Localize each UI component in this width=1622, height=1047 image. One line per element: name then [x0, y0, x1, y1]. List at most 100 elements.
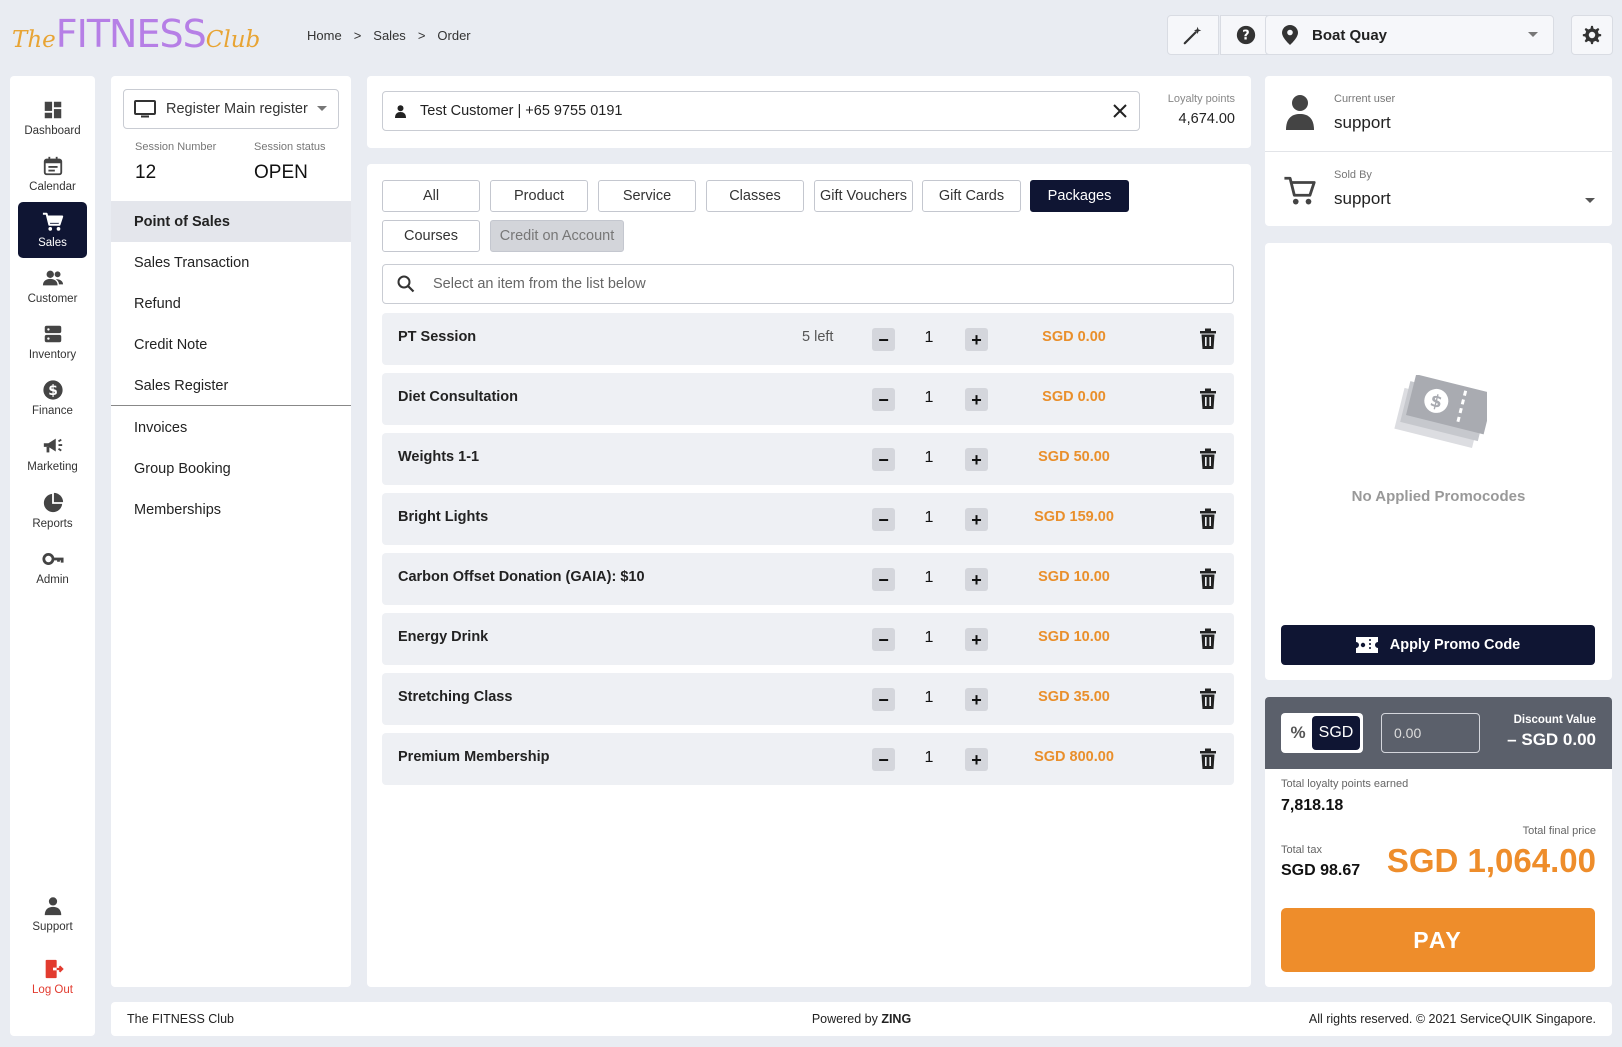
subnav-sales-transaction[interactable]: Sales Transaction — [111, 242, 351, 283]
user-icon — [1286, 95, 1314, 130]
discount-value: – SGD 0.00 — [1507, 730, 1596, 749]
nav-customer[interactable]: Customer — [18, 258, 87, 314]
subnav-group-booking[interactable]: Group Booking — [111, 448, 351, 489]
trash-icon[interactable] — [1198, 448, 1218, 470]
tab-packages[interactable]: Packages — [1030, 180, 1129, 212]
nav-finance[interactable]: $ Finance — [18, 370, 87, 426]
item-stock-left: 5 left — [802, 329, 834, 345]
subnav-point-of-sales[interactable]: Point of Sales — [111, 201, 351, 242]
nav-marketing[interactable]: Marketing — [18, 426, 87, 482]
customer-panel: Test Customer | +65 9755 0191 Loyalty po… — [367, 76, 1251, 148]
decrease-qty-button[interactable]: − — [872, 388, 895, 411]
decrease-qty-button[interactable]: − — [872, 628, 895, 651]
nav-sales[interactable]: Sales — [18, 202, 87, 258]
decrease-qty-button[interactable]: − — [872, 508, 895, 531]
cart-icon — [42, 212, 63, 231]
app-logo[interactable]: The FITNESS Club — [12, 12, 260, 56]
customer-field[interactable]: Test Customer | +65 9755 0191 — [382, 91, 1140, 131]
register-select[interactable]: Register Main register — [123, 89, 339, 129]
sold-by-select[interactable]: support — [1334, 189, 1596, 209]
search-icon — [397, 275, 415, 293]
tab-gift-cards[interactable]: Gift Cards — [922, 180, 1021, 212]
breadcrumb-home[interactable]: Home — [307, 28, 342, 43]
item-name: Diet Consultation — [398, 389, 519, 405]
logout-icon — [45, 959, 64, 979]
subnav-sales-register[interactable]: Sales Register — [111, 365, 351, 406]
trash-icon[interactable] — [1198, 748, 1218, 770]
increase-qty-button[interactable]: + — [965, 748, 988, 771]
decrease-qty-button[interactable]: − — [872, 748, 895, 771]
increase-qty-button[interactable]: + — [965, 628, 988, 651]
item-name: Stretching Class — [398, 689, 513, 705]
order-item-row: Stretching Class − 1 + SGD 35.00 — [382, 673, 1234, 725]
currency-option[interactable]: SGD — [1312, 716, 1360, 750]
magic-wand-icon — [1183, 26, 1202, 45]
nav-reports[interactable]: Reports — [18, 483, 87, 539]
discount-bar: % SGD 0.00 Discount Value – SGD 0.00 — [1265, 697, 1612, 769]
order-item-row: Carbon Offset Donation (GAIA): $10 − 1 +… — [382, 553, 1234, 605]
subnav-invoices[interactable]: Invoices — [111, 407, 351, 448]
item-name: Premium Membership — [398, 749, 550, 765]
nav-calendar[interactable]: Calendar — [18, 146, 87, 202]
nav-admin[interactable]: Admin — [18, 539, 87, 595]
tab-credit-on-account[interactable]: Credit on Account — [490, 220, 624, 252]
nav-dashboard[interactable]: Dashboard — [18, 90, 87, 146]
increase-qty-button[interactable]: + — [965, 328, 988, 351]
subnav-refund[interactable]: Refund — [111, 283, 351, 324]
increase-qty-button[interactable]: + — [965, 448, 988, 471]
nav-support[interactable]: Support — [18, 886, 87, 942]
magic-wand-button[interactable] — [1167, 15, 1219, 55]
order-item-row: Premium Membership − 1 + SGD 800.00 — [382, 733, 1234, 785]
tab-courses[interactable]: Courses — [382, 220, 480, 252]
powered-by-brand[interactable]: ZING — [881, 1012, 911, 1026]
key-icon — [41, 553, 64, 565]
item-price: SGD 35.00 — [1038, 689, 1110, 705]
tab-gift-vouchers[interactable]: Gift Vouchers — [814, 180, 913, 212]
cart-icon — [1284, 176, 1316, 205]
location-select[interactable]: Boat Quay — [1265, 15, 1554, 55]
logo-the: The — [12, 27, 56, 53]
increase-qty-button[interactable]: + — [965, 688, 988, 711]
decrease-qty-button[interactable]: − — [872, 448, 895, 471]
trash-icon[interactable] — [1198, 508, 1218, 530]
trash-icon[interactable] — [1198, 388, 1218, 410]
increase-qty-button[interactable]: + — [965, 388, 988, 411]
sold-by-label: Sold By — [1334, 169, 1372, 181]
pay-button[interactable]: PAY — [1281, 908, 1595, 972]
discount-input[interactable]: 0.00 — [1381, 713, 1480, 753]
tab-product[interactable]: Product — [490, 180, 588, 212]
decrease-qty-button[interactable]: − — [872, 568, 895, 591]
trash-icon[interactable] — [1198, 628, 1218, 650]
tab-service[interactable]: Service — [598, 180, 696, 212]
loyalty-earned-value: 7,818.18 — [1281, 797, 1344, 814]
divider — [1265, 151, 1612, 152]
subnav-memberships[interactable]: Memberships — [111, 489, 351, 530]
logout-button[interactable]: Log Out — [18, 949, 87, 1005]
apply-promo-code-button[interactable]: Apply Promo Code — [1281, 625, 1595, 665]
subnav-credit-note[interactable]: Credit Note — [111, 324, 351, 365]
breadcrumb-separator: > — [353, 28, 362, 43]
decrease-qty-button[interactable]: − — [872, 688, 895, 711]
tab-classes[interactable]: Classes — [706, 180, 804, 212]
item-qty: 1 — [924, 689, 934, 706]
powered-by-label: Powered by — [811, 1012, 882, 1026]
settings-button[interactable] — [1571, 15, 1613, 55]
increase-qty-button[interactable]: + — [965, 508, 988, 531]
customer-value: Test Customer | +65 9755 0191 — [420, 103, 623, 119]
tab-all[interactable]: All — [382, 180, 480, 212]
increase-qty-button[interactable]: + — [965, 568, 988, 591]
trash-icon[interactable] — [1198, 328, 1218, 350]
final-price-label: Total final price — [1522, 825, 1596, 837]
decrease-qty-button[interactable]: − — [872, 328, 895, 351]
item-search[interactable]: Select an item from the list below — [382, 264, 1234, 304]
discount-input-value: 0.00 — [1394, 725, 1422, 741]
item-qty: 1 — [924, 629, 934, 646]
percent-option[interactable]: % — [1284, 723, 1312, 743]
no-promocodes-text: No Applied Promocodes — [1351, 488, 1526, 505]
trash-icon[interactable] — [1198, 568, 1218, 590]
clear-customer-icon[interactable] — [1113, 104, 1127, 118]
trash-icon[interactable] — [1198, 688, 1218, 710]
breadcrumb-sales[interactable]: Sales — [373, 28, 406, 43]
nav-inventory[interactable]: Inventory — [18, 314, 87, 370]
discount-type-toggle[interactable]: % SGD — [1281, 713, 1363, 753]
